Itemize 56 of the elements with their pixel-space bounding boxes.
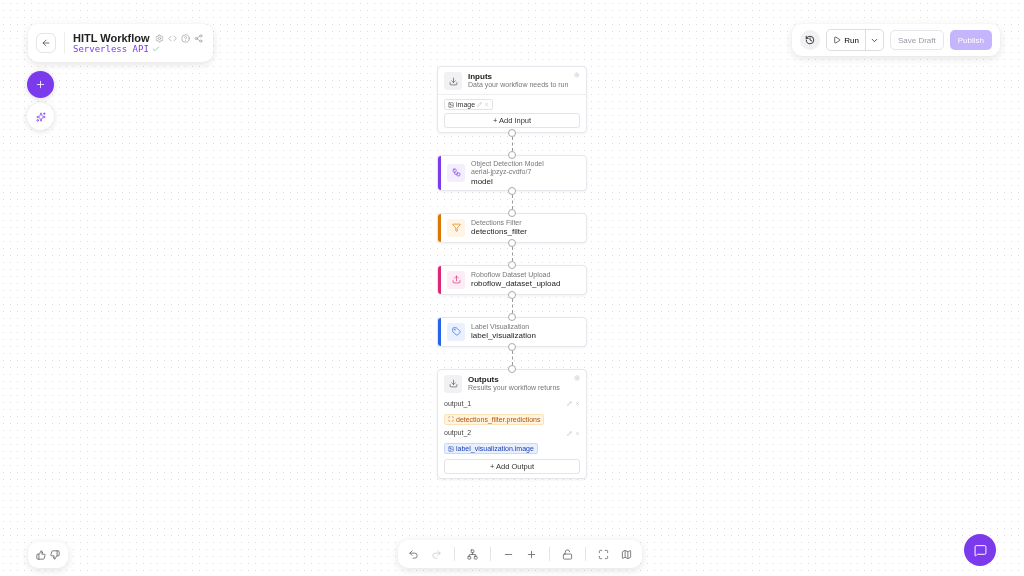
workflow-title: HITL Workflow bbox=[73, 32, 150, 44]
close-icon[interactable] bbox=[575, 401, 580, 407]
code-icon[interactable] bbox=[167, 33, 177, 43]
connector-handle[interactable] bbox=[508, 129, 516, 137]
block-name: roboflow_dataset_upload bbox=[471, 279, 561, 289]
add-block-button[interactable] bbox=[27, 71, 54, 98]
block-glyph-icon bbox=[451, 168, 461, 178]
block-name: model bbox=[471, 176, 494, 186]
download-glyph-icon bbox=[448, 76, 458, 86]
block-name: detections_filter bbox=[471, 227, 528, 237]
close-icon[interactable] bbox=[575, 430, 580, 436]
run-options-button[interactable] bbox=[864, 30, 883, 50]
redo-icon[interactable] bbox=[431, 548, 442, 560]
chip-icon bbox=[448, 445, 454, 452]
share-icon[interactable] bbox=[193, 33, 203, 43]
undo-icon[interactable] bbox=[408, 548, 419, 560]
download-glyph-icon bbox=[448, 379, 458, 389]
connector-handle[interactable] bbox=[508, 342, 516, 351]
play-icon bbox=[833, 36, 842, 44]
settings-icon[interactable] bbox=[574, 374, 580, 381]
back-arrow-icon bbox=[41, 38, 51, 48]
chip-icon bbox=[448, 416, 454, 423]
close-icon bbox=[484, 102, 490, 107]
block-glyph-icon bbox=[451, 275, 461, 285]
connector-handle[interactable] bbox=[508, 290, 516, 299]
edit-icon bbox=[477, 102, 483, 107]
layout-icon[interactable] bbox=[467, 548, 478, 560]
back-button[interactable] bbox=[36, 33, 56, 53]
history-icon bbox=[805, 35, 816, 45]
block-name: label_visualization bbox=[471, 331, 536, 341]
image-icon bbox=[448, 101, 454, 108]
unlock-icon[interactable] bbox=[562, 548, 573, 560]
check-icon bbox=[151, 45, 160, 53]
thumbs-up-icon[interactable] bbox=[36, 550, 46, 560]
settings-icon[interactable] bbox=[154, 33, 164, 43]
sparkles-icon bbox=[35, 111, 46, 122]
thumbs-down-icon[interactable] bbox=[50, 550, 60, 560]
workflow-subtitle: Serverless API bbox=[73, 44, 149, 54]
history-button[interactable] bbox=[800, 30, 821, 50]
fullscreen-icon[interactable] bbox=[598, 548, 609, 560]
help-icon[interactable] bbox=[180, 33, 190, 43]
map-icon[interactable] bbox=[621, 548, 632, 560]
connector-handle[interactable] bbox=[508, 186, 516, 195]
ai-assist-button[interactable] bbox=[27, 103, 54, 130]
edit-icon[interactable] bbox=[567, 401, 572, 407]
block-glyph-icon bbox=[451, 223, 461, 233]
block-glyph-icon bbox=[451, 327, 461, 337]
chat-button[interactable] bbox=[964, 534, 996, 566]
inputs-title: Inputs bbox=[468, 72, 493, 82]
chat-icon bbox=[973, 543, 987, 557]
edit-icon[interactable] bbox=[567, 430, 572, 436]
plus-icon bbox=[35, 79, 46, 90]
zoom-in-icon[interactable] bbox=[526, 548, 537, 560]
outputs-title: Outputs bbox=[468, 375, 500, 385]
settings-icon[interactable] bbox=[574, 72, 580, 78]
connector-handle[interactable] bbox=[508, 238, 516, 247]
